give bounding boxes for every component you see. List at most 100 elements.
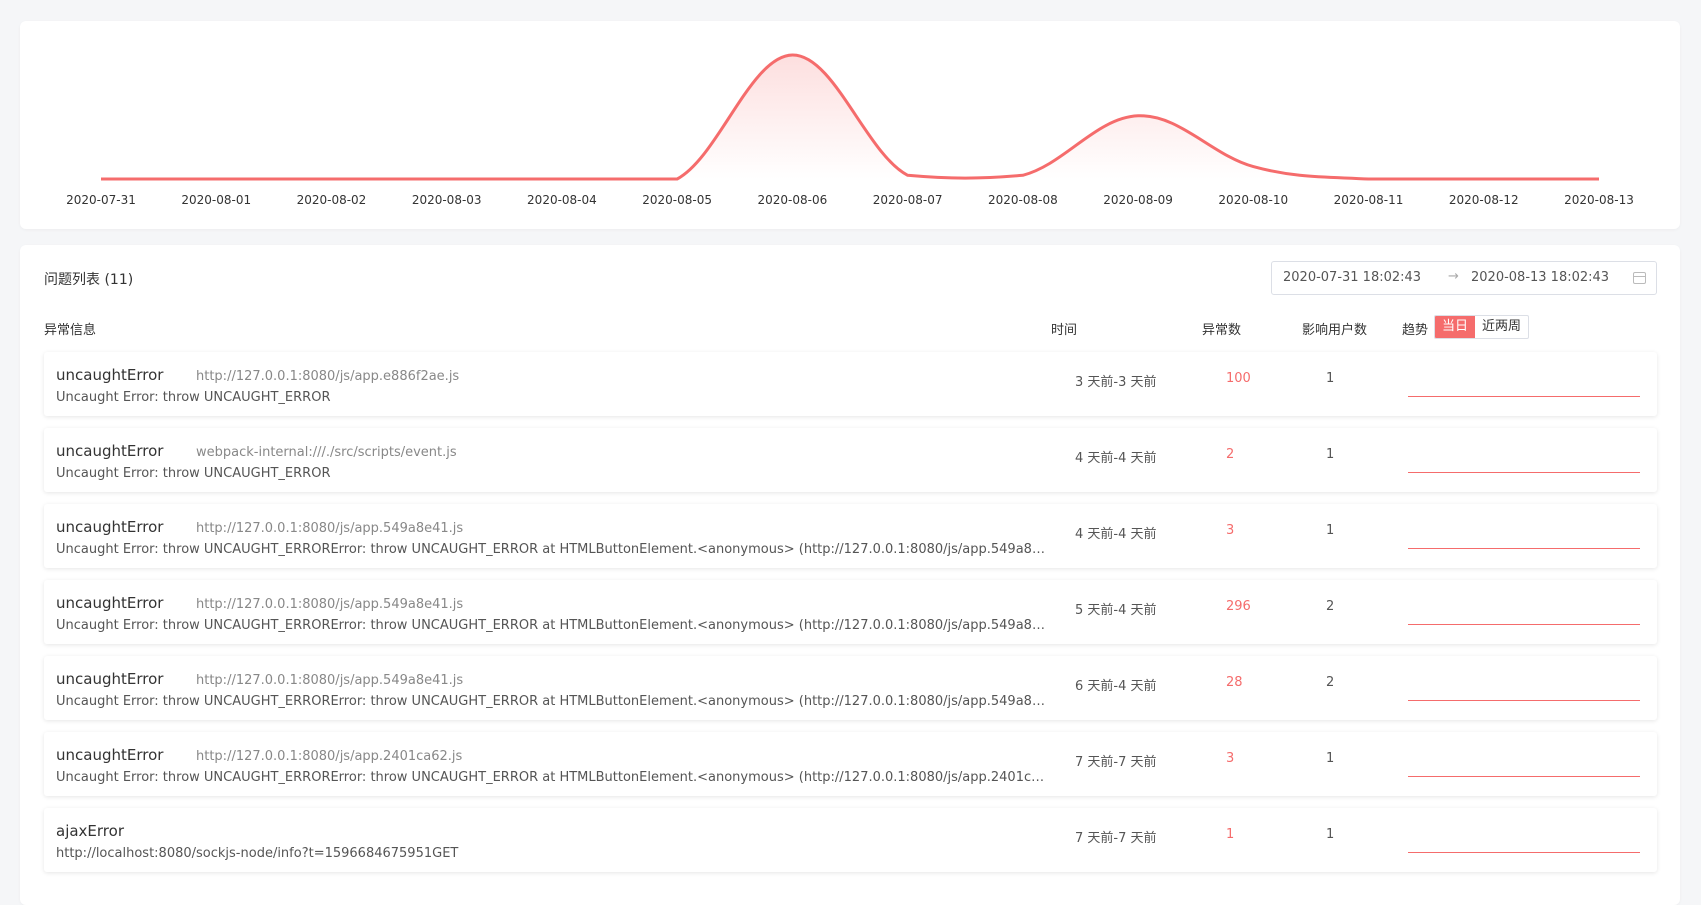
data-point-2020-07-31[interactable] bbox=[98, 176, 104, 182]
x-tick-label: 2020-08-11 bbox=[1334, 193, 1404, 207]
affected-users: 1 bbox=[1326, 447, 1334, 462]
error-type: uncaughtError bbox=[56, 594, 163, 612]
affected-users: 1 bbox=[1326, 523, 1334, 538]
header-count: 异常数 bbox=[1202, 319, 1241, 338]
x-tick-label: 2020-08-07 bbox=[873, 193, 943, 207]
sparkline-line bbox=[1408, 852, 1640, 853]
error-source-url: http://127.0.0.1:8080/js/app.2401ca62.js bbox=[196, 749, 462, 764]
error-type: uncaughtError bbox=[56, 746, 163, 764]
header-users: 影响用户数 bbox=[1302, 319, 1367, 338]
list-item[interactable]: uncaughtError http://127.0.0.1:8080/js/a… bbox=[44, 352, 1657, 416]
error-count: 296 bbox=[1226, 599, 1251, 614]
x-tick-label: 2020-08-03 bbox=[412, 193, 482, 207]
series-area-fill bbox=[101, 55, 1599, 179]
data-point-2020-08-07[interactable] bbox=[905, 172, 911, 178]
error-time: 3 天前-3 天前 bbox=[1075, 371, 1157, 390]
tab-two-weeks[interactable]: 近两周 bbox=[1475, 316, 1528, 338]
data-point-2020-08-05[interactable] bbox=[674, 176, 680, 182]
error-source-url: http://127.0.0.1:8080/js/app.549a8e41.js bbox=[196, 521, 463, 536]
date-arrow: → bbox=[1448, 269, 1459, 284]
error-type: uncaughtError bbox=[56, 518, 163, 536]
error-time: 6 天前-4 天前 bbox=[1075, 675, 1157, 694]
trend-sparkline bbox=[1408, 776, 1640, 778]
error-type: uncaughtError bbox=[56, 366, 163, 384]
list-item[interactable]: uncaughtError webpack-internal:///./src/… bbox=[44, 428, 1657, 492]
error-message: http://localhost:8080/sockjs-node/info?t… bbox=[56, 846, 1050, 861]
date-range-picker[interactable]: 2020-07-31 18:02:43 → 2020-08-13 18:02:4… bbox=[1271, 261, 1657, 295]
trend-sparkline bbox=[1408, 396, 1640, 398]
error-message: Uncaught Error: throw UNCAUGHT_ERROR bbox=[56, 390, 1050, 405]
list-item[interactable]: uncaughtError http://127.0.0.1:8080/js/a… bbox=[44, 732, 1657, 796]
data-point-2020-08-01[interactable] bbox=[213, 176, 219, 182]
list-item[interactable]: uncaughtError http://127.0.0.1:8080/js/a… bbox=[44, 580, 1657, 644]
date-start[interactable]: 2020-07-31 18:02:43 bbox=[1283, 270, 1421, 285]
data-point-2020-08-09[interactable] bbox=[1135, 113, 1141, 119]
error-message: Uncaught Error: throw UNCAUGHT_ERRORErro… bbox=[56, 770, 1050, 785]
error-count: 28 bbox=[1226, 675, 1243, 690]
x-tick-label: 2020-08-12 bbox=[1449, 193, 1519, 207]
sparkline-line bbox=[1408, 396, 1640, 397]
trend-sparkline bbox=[1408, 852, 1640, 854]
data-point-2020-08-04[interactable] bbox=[559, 176, 565, 182]
sparkline-line bbox=[1408, 776, 1640, 777]
trend-chart-card: 2020-07-31 2020-08-01 2020-08-02 2020-08-03… bbox=[20, 21, 1680, 229]
error-count: 3 bbox=[1226, 523, 1234, 538]
date-end[interactable]: 2020-08-13 18:02:43 bbox=[1471, 270, 1609, 285]
x-tick-label: 2020-08-09 bbox=[1103, 193, 1173, 207]
error-time: 5 天前-4 天前 bbox=[1075, 599, 1157, 618]
sparkline-line bbox=[1408, 472, 1640, 473]
affected-users: 1 bbox=[1326, 827, 1334, 842]
trend-sparkline bbox=[1408, 548, 1640, 550]
error-time: 4 天前-4 天前 bbox=[1075, 523, 1157, 542]
issue-list-title: 问题列表 (11) bbox=[44, 269, 133, 289]
data-point-2020-08-11[interactable] bbox=[1366, 176, 1372, 182]
calendar-icon[interactable] bbox=[1633, 272, 1646, 284]
header-trend: 趋势 bbox=[1402, 319, 1428, 338]
header-info: 异常信息 bbox=[44, 319, 96, 338]
error-source-url: http://127.0.0.1:8080/js/app.e886f2ae.js bbox=[196, 369, 459, 384]
list-item[interactable]: uncaughtError http://127.0.0.1:8080/js/a… bbox=[44, 504, 1657, 568]
x-tick-label: 2020-08-10 bbox=[1218, 193, 1288, 207]
error-type: ajaxError bbox=[56, 822, 124, 840]
x-tick-label: 2020-08-06 bbox=[758, 193, 828, 207]
list-item[interactable]: ajaxError http://localhost:8080/sockjs-n… bbox=[44, 808, 1657, 872]
data-point-2020-08-02[interactable] bbox=[328, 176, 334, 182]
trend-sparkline bbox=[1408, 472, 1640, 474]
error-message: Uncaught Error: throw UNCAUGHT_ERRORErro… bbox=[56, 618, 1050, 633]
data-point-2020-08-10[interactable] bbox=[1250, 164, 1256, 170]
sparkline-line bbox=[1408, 548, 1640, 549]
data-point-2020-08-12[interactable] bbox=[1481, 176, 1487, 182]
x-tick-label: 2020-08-01 bbox=[181, 193, 251, 207]
trend-tab-group: 当日 近两周 bbox=[1434, 315, 1529, 339]
affected-users: 1 bbox=[1326, 751, 1334, 766]
data-point-2020-08-08[interactable] bbox=[1020, 172, 1026, 178]
data-point-2020-08-03[interactable] bbox=[444, 176, 450, 182]
x-tick-label: 2020-08-02 bbox=[297, 193, 367, 207]
affected-users: 1 bbox=[1326, 371, 1334, 386]
error-time: 7 天前-7 天前 bbox=[1075, 827, 1157, 846]
x-tick-label: 2020-08-13 bbox=[1564, 193, 1634, 207]
affected-users: 2 bbox=[1326, 599, 1334, 614]
data-point-2020-08-13[interactable] bbox=[1596, 176, 1602, 182]
x-tick-label: 2020-07-31 bbox=[66, 193, 136, 207]
tab-today[interactable]: 当日 bbox=[1435, 316, 1475, 338]
x-tick-label: 2020-08-05 bbox=[642, 193, 712, 207]
list-item[interactable]: uncaughtError http://127.0.0.1:8080/js/a… bbox=[44, 656, 1657, 720]
error-time: 7 天前-7 天前 bbox=[1075, 751, 1157, 770]
data-point-2020-08-06[interactable] bbox=[789, 52, 795, 58]
error-source-url: webpack-internal:///./src/scripts/event.… bbox=[196, 445, 457, 460]
sparkline-line bbox=[1408, 624, 1640, 625]
error-message: Uncaught Error: throw UNCAUGHT_ERROR bbox=[56, 466, 1050, 481]
error-type: uncaughtError bbox=[56, 670, 163, 688]
error-type: uncaughtError bbox=[56, 442, 163, 460]
trend-sparkline bbox=[1408, 700, 1640, 702]
issue-list-card: 问题列表 (11) 2020-07-31 18:02:43 → 2020-08-… bbox=[20, 245, 1680, 905]
trend-sparkline bbox=[1408, 624, 1640, 626]
header-time: 时间 bbox=[1051, 319, 1077, 338]
error-count: 2 bbox=[1226, 447, 1234, 462]
trend-chart: 2020-07-31 2020-08-01 2020-08-02 2020-08-03… bbox=[20, 21, 1680, 229]
error-count: 100 bbox=[1226, 371, 1251, 386]
error-message: Uncaught Error: throw UNCAUGHT_ERRORErro… bbox=[56, 542, 1050, 557]
x-tick-label: 2020-08-08 bbox=[988, 193, 1058, 207]
error-count: 1 bbox=[1226, 827, 1234, 842]
